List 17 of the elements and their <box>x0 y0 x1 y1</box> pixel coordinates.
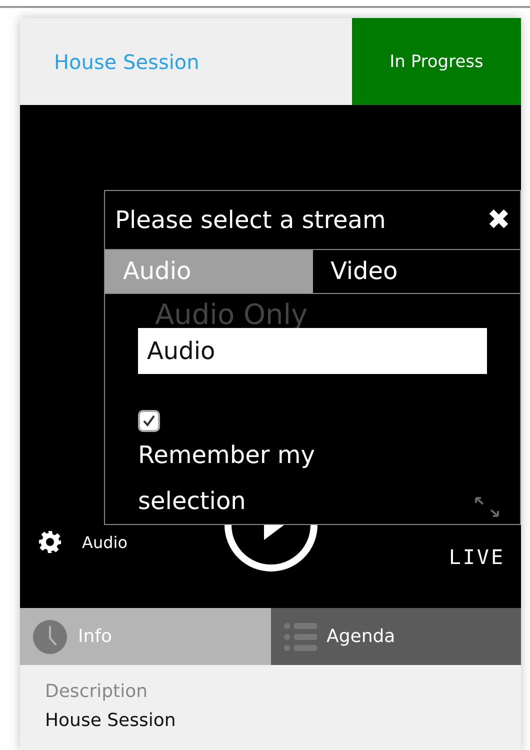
status-badge: In Progress <box>352 18 521 105</box>
section-tab[interactable]: Agenda <box>270 608 521 665</box>
stream-field[interactable]: Audio <box>138 328 487 374</box>
live-label: LIVE <box>448 545 505 569</box>
dialog-title: Please select a stream <box>115 206 386 234</box>
settings-icon[interactable] <box>38 530 62 554</box>
close-button[interactable]: ✖ <box>487 203 510 236</box>
stream-type-label: Audio <box>82 532 128 552</box>
session-title: House Session <box>53 48 200 76</box>
description-label: Description <box>45 681 149 702</box>
stream-label: Audio Only <box>155 298 308 331</box>
check-icon <box>142 414 156 428</box>
fullscreen-icon[interactable] <box>474 496 500 518</box>
clock-icon <box>32 618 68 654</box>
description-value: House Session <box>45 710 177 731</box>
remember-label: Remember my selection <box>138 441 315 515</box>
remember-checkbox[interactable] <box>138 410 160 432</box>
